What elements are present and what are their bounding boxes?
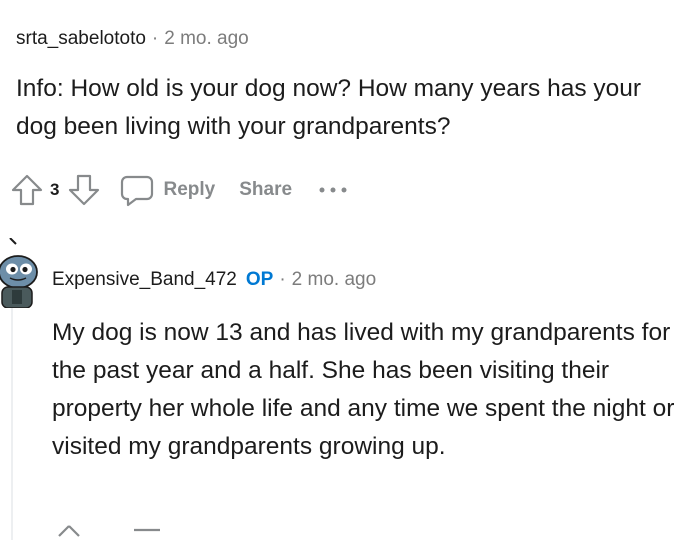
- comment-timestamp[interactable]: 2 mo. ago: [164, 28, 249, 50]
- thread-line[interactable]: [11, 300, 13, 540]
- user-avatar[interactable]: [0, 237, 40, 309]
- comment-username[interactable]: srta_sabelototo: [16, 28, 146, 50]
- comment-body: My dog is now 13 and has lived with my g…: [52, 319, 675, 460]
- upvote-icon[interactable]: [52, 520, 86, 545]
- comment-actions: [52, 520, 164, 540]
- meta-separator: ·: [151, 28, 159, 49]
- comment-actions: 3 Reply Share: [10, 170, 348, 210]
- speech-bubble-icon: [121, 175, 154, 207]
- meta-separator: ·: [279, 269, 286, 290]
- ellipsis-icon: [319, 187, 347, 193]
- more-options-button[interactable]: [318, 185, 348, 195]
- op-badge: OP: [245, 269, 274, 290]
- upvote-icon[interactable]: [10, 173, 44, 207]
- vote-count: 3: [50, 180, 60, 199]
- comment-meta: Expensive_Band_472 OP · 2 mo. ago: [52, 266, 376, 294]
- snoo-avatar-icon: [0, 237, 38, 309]
- comment-meta: srta_sabelototo · 2 mo. ago: [16, 26, 249, 52]
- reply-label: Reply: [163, 179, 216, 200]
- downvote-icon[interactable]: [130, 520, 164, 545]
- comment-username[interactable]: Expensive_Band_472: [52, 269, 237, 291]
- comment-timestamp[interactable]: 2 mo. ago: [292, 269, 377, 291]
- comment-body: Info: How old is your dog now? How many …: [16, 75, 642, 140]
- reply-button[interactable]: Reply: [119, 173, 215, 207]
- share-button[interactable]: Share: [239, 179, 292, 201]
- downvote-icon[interactable]: [67, 173, 101, 207]
